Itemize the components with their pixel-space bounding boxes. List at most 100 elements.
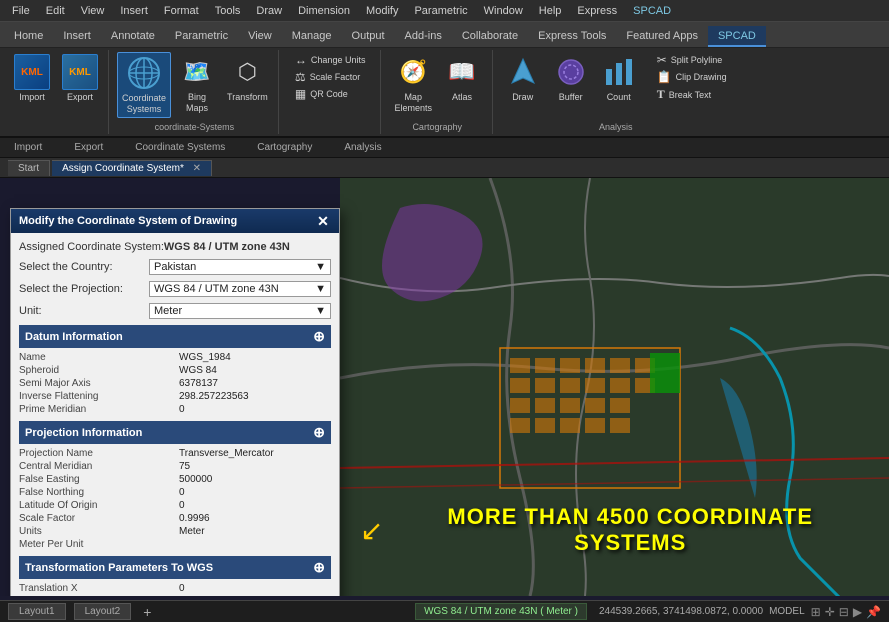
tab-collaborate[interactable]: Collaborate [452, 26, 528, 47]
coordinate-systems-icon [126, 55, 162, 91]
datum-name-label: Name [19, 352, 171, 363]
projection-section-label: Projection Information [25, 427, 142, 439]
add-layout-button[interactable]: + [143, 604, 151, 620]
sec-coordinate-systems[interactable]: Coordinate Systems [129, 142, 231, 153]
menu-edit[interactable]: Edit [38, 3, 73, 19]
qr-code-icon: ▦ [295, 87, 306, 101]
export-button[interactable]: KML Export [58, 52, 102, 104]
menu-file[interactable]: File [4, 3, 38, 19]
buffer-button[interactable]: Buffer [549, 52, 593, 104]
projection-label: Select the Projection: [19, 283, 149, 295]
country-dropdown-icon: ▼ [315, 261, 326, 273]
status-right-area: 244539.2665, 3741498.0872, 0.0000 MODEL … [599, 605, 881, 619]
tab-manage[interactable]: Manage [282, 26, 342, 47]
tab-spcad[interactable]: SPCAD [708, 26, 766, 47]
menu-tools[interactable]: Tools [207, 3, 249, 19]
menu-express[interactable]: Express [569, 3, 625, 19]
buffer-label: Buffer [559, 92, 583, 102]
draw-icon [505, 54, 541, 90]
transformation-section: Transformation Parameters To WGS ⊕ [19, 556, 331, 579]
datum-expand-icon[interactable]: ⊕ [313, 328, 325, 345]
map-canvas: ↙ MORE THAN 4500 COORDINATE SYSTEMS [340, 178, 889, 596]
sec-analysis[interactable]: Analysis [338, 142, 387, 153]
transform-button[interactable]: ⬡ Transform [223, 52, 272, 104]
count-button[interactable]: Count [597, 52, 641, 104]
proj-lat-origin-value: 0 [179, 500, 331, 511]
unit-dropdown-icon: ▼ [315, 305, 326, 317]
proj-false-easting-value: 500000 [179, 474, 331, 485]
tab-start[interactable]: Start [8, 160, 50, 176]
menu-help[interactable]: Help [531, 3, 570, 19]
units-small-group: ↔ Change Units ⚖ Scale Factor ▦ QR Code [291, 52, 370, 116]
tab-assign-coordinate[interactable]: Assign Coordinate System* ✕ [52, 160, 212, 176]
projection-select[interactable]: WGS 84 / UTM zone 43N ▼ [149, 281, 331, 297]
tab-annotate[interactable]: Annotate [101, 26, 165, 47]
menu-window[interactable]: Window [476, 3, 531, 19]
sec-cartography[interactable]: Cartography [251, 142, 318, 153]
datum-inverse-value: 298.257223563 [179, 391, 331, 402]
break-text-button[interactable]: T Break Text [653, 86, 731, 103]
grid-icon[interactable]: ⊞ [811, 605, 821, 619]
datum-spheroid-label: Spheroid [19, 365, 171, 376]
snap-icon[interactable]: ✛ [825, 605, 835, 619]
bing-maps-label: BingMaps [186, 92, 208, 114]
arrow-icon: ↙ [360, 514, 383, 547]
menu-draw[interactable]: Draw [248, 3, 290, 19]
tab-insert[interactable]: Insert [53, 26, 101, 47]
import-button[interactable]: KML Import [10, 52, 54, 104]
layout2-tab[interactable]: Layout2 [74, 603, 132, 620]
assigned-cs-label: Assigned Coordinate System: [19, 241, 164, 253]
menu-dimension[interactable]: Dimension [290, 3, 358, 19]
projection-expand-icon[interactable]: ⊕ [313, 424, 325, 441]
menu-parametric[interactable]: Parametric [406, 3, 475, 19]
proj-false-northing-value: 0 [179, 487, 331, 498]
scale-factor-label: Scale Factor [310, 72, 361, 82]
nav-icon[interactable]: ▶ [853, 605, 862, 619]
tab-featured-apps[interactable]: Featured Apps [616, 26, 708, 47]
ortho-icon[interactable]: ⊟ [839, 605, 849, 619]
menu-insert[interactable]: Insert [112, 3, 156, 19]
status-icons-area: ⊞ ✛ ⊟ ▶ 📌 [811, 605, 881, 619]
dialog-close-button[interactable]: ✕ [315, 213, 331, 229]
tab-close-icon[interactable]: ✕ [193, 163, 201, 174]
tab-view[interactable]: View [238, 26, 282, 47]
change-units-button[interactable]: ↔ Change Units [291, 52, 370, 68]
unit-select[interactable]: Meter ▼ [149, 303, 331, 319]
qr-code-button[interactable]: ▦ QR Code [291, 86, 370, 102]
country-select[interactable]: Pakistan ▼ [149, 259, 331, 275]
tab-home[interactable]: Home [4, 26, 53, 47]
tab-output[interactable]: Output [342, 26, 395, 47]
tab-parametric[interactable]: Parametric [165, 26, 238, 47]
menu-modify[interactable]: Modify [358, 3, 406, 19]
tab-express-tools[interactable]: Express Tools [528, 26, 616, 47]
sec-export[interactable]: Export [68, 142, 109, 153]
split-polyline-button[interactable]: ✂ Split Polyline [653, 52, 731, 68]
proj-false-easting-label: False Easting [19, 474, 171, 485]
tab-addins[interactable]: Add-ins [395, 26, 452, 47]
coordinate-system-status[interactable]: WGS 84 / UTM zone 43N ( Meter ) [415, 603, 587, 620]
coordinate-systems-button[interactable]: CoordinateSystems [117, 52, 171, 118]
datum-inverse-label: Inverse Flattening [19, 391, 171, 402]
menu-format[interactable]: Format [156, 3, 207, 19]
clip-drawing-button[interactable]: 📋 Clip Drawing [653, 69, 731, 85]
scale-factor-button[interactable]: ⚖ Scale Factor [291, 69, 370, 85]
proj-central-label: Central Meridian [19, 461, 171, 472]
map-overlay-text: MORE THAN 4500 COORDINATE SYSTEMS [391, 504, 869, 556]
atlas-button[interactable]: 📖 Atlas [440, 52, 484, 104]
menu-spcad[interactable]: SPCAD [625, 3, 679, 19]
pin-icon[interactable]: 📌 [866, 605, 881, 619]
draw-button[interactable]: Draw [501, 52, 545, 104]
count-svg [602, 55, 636, 89]
buffer-svg [554, 55, 588, 89]
projection-field: Select the Projection: WGS 84 / UTM zone… [19, 281, 331, 297]
break-text-label: Break Text [669, 90, 711, 100]
datum-semimajor-value: 6378137 [179, 378, 331, 389]
map-elements-button[interactable]: 🧭 MapElements [390, 52, 436, 116]
transformation-expand-icon[interactable]: ⊕ [313, 559, 325, 576]
menu-view[interactable]: View [73, 3, 113, 19]
sec-import[interactable]: Import [8, 142, 48, 153]
layout1-tab[interactable]: Layout1 [8, 603, 66, 620]
kml-import-icon: KML [14, 54, 50, 90]
proj-central-value: 75 [179, 461, 331, 472]
bing-maps-button[interactable]: 🗺️ BingMaps [175, 52, 219, 116]
